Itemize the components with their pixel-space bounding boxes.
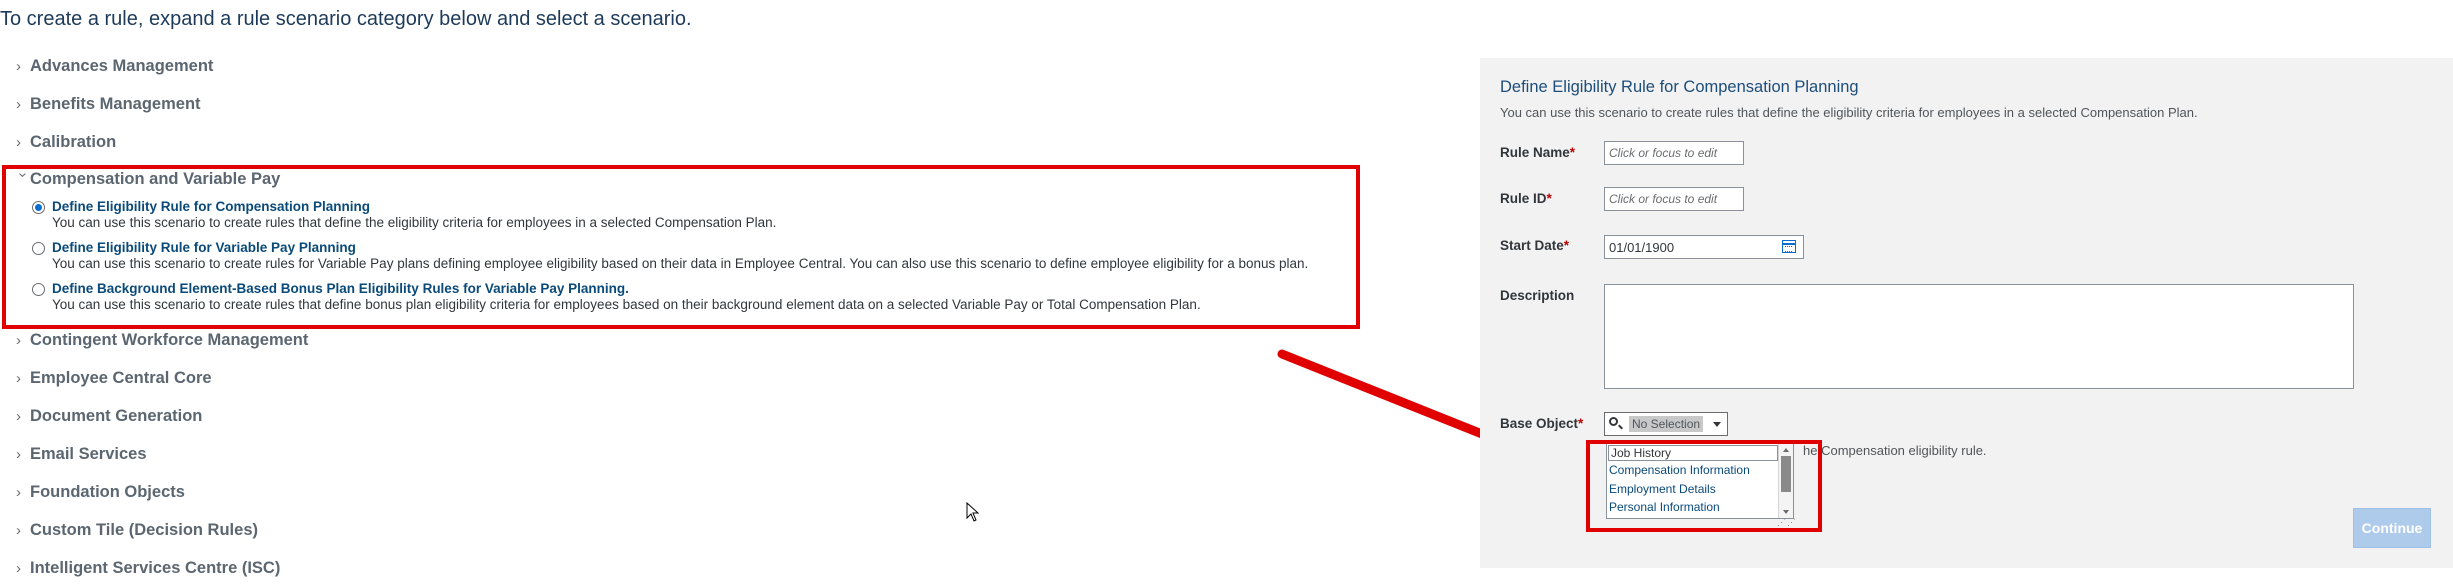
rule-name-label: Rule Name* (1500, 145, 1576, 160)
rule-name-input[interactable]: Click or focus to edit (1604, 141, 1744, 165)
annotation-highlight-box (1586, 440, 1822, 532)
chevron-right-icon: › (16, 560, 21, 577)
category-label: Foundation Objects (30, 483, 185, 501)
continue-button[interactable]: Continue (2353, 508, 2431, 548)
description-label: Description (1500, 288, 1575, 303)
category-email-services[interactable]: › Email Services (16, 445, 147, 464)
category-label: Intelligent Services Centre (ISC) (30, 559, 281, 577)
category-label: Custom Tile (Decision Rules) (30, 521, 258, 539)
start-date-value: 01/01/1900 (1609, 240, 1675, 255)
chevron-right-icon: › (16, 58, 21, 75)
chevron-right-icon: › (16, 96, 21, 113)
chevron-right-icon: › (16, 522, 21, 539)
base-object-value: No Selection (1629, 416, 1704, 432)
start-date-label: Start Date* (1500, 238, 1570, 253)
category-label: Contingent Workforce Management (30, 331, 309, 349)
start-date-input[interactable]: 01/01/1900 (1604, 235, 1804, 259)
chevron-right-icon: › (16, 370, 21, 387)
category-calibration[interactable]: › Calibration (16, 133, 116, 152)
category-benefits-management[interactable]: › Benefits Management (16, 95, 201, 114)
category-foundation-objects[interactable]: › Foundation Objects (16, 483, 185, 502)
description-textarea[interactable] (1604, 284, 2354, 389)
chevron-right-icon: › (16, 446, 21, 463)
annotation-highlight-box (2, 165, 1360, 329)
calendar-icon[interactable] (1782, 240, 1796, 253)
chevron-down-icon[interactable] (1713, 422, 1721, 427)
category-label: Advances Management (30, 57, 214, 75)
panel-subtitle: You can use this scenario to create rule… (1500, 105, 2198, 120)
chevron-right-icon: › (16, 484, 21, 501)
category-advances-management[interactable]: › Advances Management (16, 57, 213, 76)
category-intelligent-services-centre[interactable]: › Intelligent Services Centre (ISC) (16, 559, 280, 578)
category-employee-central-core[interactable]: › Employee Central Core (16, 369, 212, 388)
panel-title: Define Eligibility Rule for Compensation… (1500, 78, 1859, 96)
category-label: Benefits Management (30, 95, 201, 113)
category-contingent-workforce[interactable]: › Contingent Workforce Management (16, 331, 308, 350)
category-label: Document Generation (30, 407, 203, 425)
chevron-right-icon: › (16, 134, 21, 151)
search-icon[interactable] (1609, 417, 1618, 426)
chevron-right-icon: › (16, 408, 21, 425)
base-object-label: Base Object* (1500, 416, 1584, 431)
base-object-hint: he Compensation eligibility rule. (1803, 443, 1987, 458)
category-document-generation[interactable]: › Document Generation (16, 407, 202, 426)
category-label: Calibration (30, 133, 117, 151)
chevron-right-icon: › (16, 332, 21, 349)
category-label: Email Services (30, 445, 147, 463)
base-object-select[interactable]: No Selection (1604, 412, 1728, 436)
intro-text: To create a rule, expand a rule scenario… (0, 8, 692, 30)
category-label: Employee Central Core (30, 369, 212, 387)
mouse-cursor-icon (966, 502, 980, 522)
rule-id-input[interactable]: Click or focus to edit (1604, 187, 1744, 211)
category-custom-tile[interactable]: › Custom Tile (Decision Rules) (16, 521, 258, 540)
rule-id-label: Rule ID* (1500, 191, 1552, 206)
